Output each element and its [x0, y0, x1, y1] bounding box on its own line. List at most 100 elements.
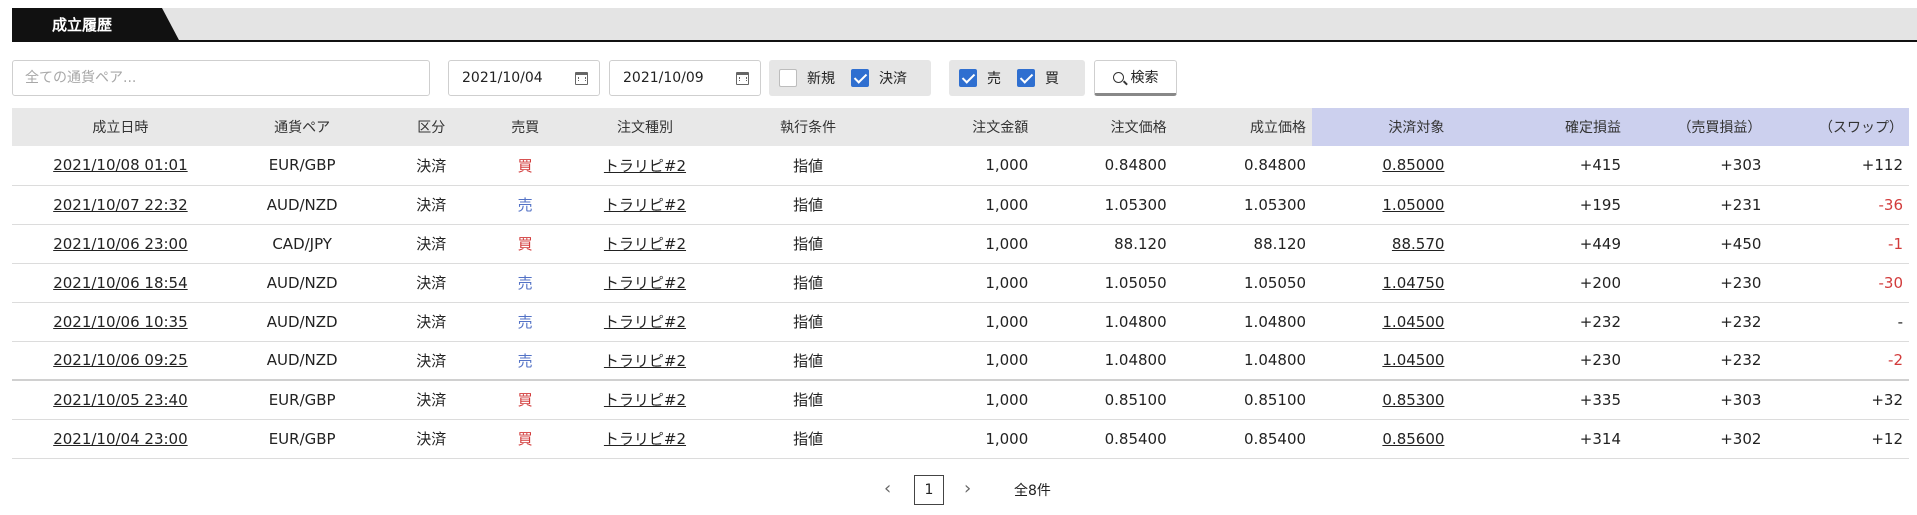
swap: -1 [1767, 224, 1909, 264]
header-side[interactable]: 売買 [486, 108, 564, 146]
settlement-target-link[interactable]: 1.04750 [1382, 274, 1444, 292]
order-price: 88.120 [1034, 224, 1173, 264]
settlement-target-link[interactable]: 88.570 [1392, 235, 1445, 253]
tab-bar-background [12, 8, 1917, 42]
header-trade-pl[interactable]: （売買損益） [1627, 108, 1768, 146]
currency-pair: EUR/GBP [228, 419, 376, 459]
execution-condition: 指値 [726, 380, 890, 420]
executed-at-link[interactable]: 2021/10/08 01:01 [53, 156, 187, 174]
search-button[interactable]: 検索 [1094, 60, 1177, 96]
trade-pl: +232 [1627, 302, 1768, 342]
checkbox-buy[interactable]: 買 [1017, 68, 1059, 88]
order-type-link[interactable]: トラリピ#2 [604, 196, 686, 214]
order-price: 1.05050 [1034, 263, 1173, 303]
category: 決済 [375, 302, 487, 342]
order-price: 1.04800 [1034, 302, 1173, 342]
trade-pl: +232 [1627, 341, 1768, 381]
side-filter: 売 買 [949, 60, 1085, 96]
trade-pl: +231 [1627, 185, 1768, 225]
order-type-filter: 新規 決済 [769, 60, 931, 96]
category: 決済 [375, 380, 487, 420]
header-order-price[interactable]: 注文価格 [1034, 108, 1173, 146]
checkbox-new[interactable]: 新規 [779, 68, 835, 88]
checkbox-sell-label: 売 [987, 71, 1001, 87]
category: 決済 [375, 341, 487, 381]
check-icon[interactable] [959, 69, 977, 87]
execution-condition: 指値 [726, 185, 890, 225]
currency-pair: EUR/GBP [228, 380, 376, 420]
table-row: 2021/10/07 22:32 AUD/NZD 決済 売 トラリピ#2 指値 … [12, 185, 1909, 225]
date-from-picker[interactable]: 2021/10/04 [448, 60, 600, 96]
currency-pair: EUR/GBP [228, 146, 376, 186]
executed-at-link[interactable]: 2021/10/06 10:35 [53, 313, 187, 331]
settlement-target-link[interactable]: 1.05000 [1382, 196, 1444, 214]
executed-at-link[interactable]: 2021/10/06 23:00 [53, 235, 187, 253]
check-icon[interactable] [851, 69, 869, 87]
order-type-link[interactable]: トラリピ#2 [604, 313, 686, 331]
trade-history-table: 成立日時 通貨ペア 区分 売買 注文種別 執行条件 注文金額 注文価格 成立価格… [12, 108, 1909, 459]
checkbox-close[interactable]: 決済 [851, 68, 907, 88]
order-amount: 1,000 [889, 302, 1035, 342]
trade-pl: +230 [1627, 263, 1768, 303]
executed-price: 1.04800 [1172, 302, 1313, 342]
settlement-target-link[interactable]: 0.85600 [1382, 430, 1444, 448]
settlement-target-link[interactable]: 1.04500 [1382, 351, 1444, 369]
order-amount: 1,000 [889, 185, 1035, 225]
tab-bar: 成立履歴 [12, 8, 1917, 42]
table-row: 2021/10/06 09:25 AUD/NZD 決済 売 トラリピ#2 指値 … [12, 341, 1909, 381]
realized-pl: +335 [1450, 380, 1627, 420]
executed-at-link[interactable]: 2021/10/06 09:25 [53, 351, 187, 369]
currency-pair-search-input[interactable] [12, 60, 430, 96]
settlement-target-link[interactable]: 0.85000 [1382, 156, 1444, 174]
executed-at-link[interactable]: 2021/10/04 23:00 [53, 430, 187, 448]
header-currency-pair[interactable]: 通貨ペア [228, 108, 376, 146]
side: 買 [486, 146, 564, 186]
order-type-link[interactable]: トラリピ#2 [604, 352, 686, 370]
header-category[interactable]: 区分 [375, 108, 487, 146]
date-to-picker[interactable]: 2021/10/09 [609, 60, 761, 96]
order-price: 1.04800 [1034, 341, 1173, 381]
chevron-left-icon[interactable]: ‹ [884, 478, 891, 499]
calendar-icon[interactable] [575, 72, 588, 85]
header-settlement-target[interactable]: 決済対象 [1312, 108, 1451, 146]
trade-pl: +302 [1627, 419, 1768, 459]
header-order-type[interactable]: 注文種別 [563, 108, 727, 146]
order-type-link[interactable]: トラリピ#2 [604, 430, 686, 448]
table-row: 2021/10/06 18:54 AUD/NZD 決済 売 トラリピ#2 指値 … [12, 263, 1909, 303]
header-executed-price[interactable]: 成立価格 [1172, 108, 1313, 146]
checkbox-new-label: 新規 [807, 71, 835, 87]
category: 決済 [375, 419, 487, 459]
chevron-right-icon[interactable]: › [964, 478, 971, 499]
order-type-link[interactable]: トラリピ#2 [604, 274, 686, 292]
swap: -30 [1767, 263, 1909, 303]
page-current[interactable]: 1 [914, 475, 944, 505]
executed-at-link[interactable]: 2021/10/05 23:40 [53, 391, 187, 409]
tab-trade-history[interactable]: 成立履歴 [12, 8, 180, 42]
order-type-link[interactable]: トラリピ#2 [604, 391, 686, 409]
executed-at-link[interactable]: 2021/10/06 18:54 [53, 274, 187, 292]
header-swap[interactable]: （スワップ） [1767, 108, 1909, 146]
order-amount: 1,000 [889, 341, 1035, 381]
order-type-link[interactable]: トラリピ#2 [604, 157, 686, 175]
calendar-icon[interactable] [736, 72, 749, 85]
header-execution-condition[interactable]: 執行条件 [726, 108, 890, 146]
realized-pl: +195 [1450, 185, 1627, 225]
currency-pair: AUD/NZD [228, 185, 376, 225]
swap: +112 [1767, 146, 1909, 186]
settlement-target-link[interactable]: 1.04500 [1382, 313, 1444, 331]
order-type-link[interactable]: トラリピ#2 [604, 235, 686, 253]
table-row: 2021/10/06 23:00 CAD/JPY 決済 買 トラリピ#2 指値 … [12, 224, 1909, 264]
header-order-amount[interactable]: 注文金額 [889, 108, 1035, 146]
search-icon [1112, 71, 1124, 83]
execution-condition: 指値 [726, 146, 890, 186]
realized-pl: +449 [1450, 224, 1627, 264]
settlement-target-link[interactable]: 0.85300 [1382, 391, 1444, 409]
executed-price: 1.04800 [1172, 341, 1313, 381]
header-realized-pl[interactable]: 確定損益 [1450, 108, 1627, 146]
check-icon[interactable] [1017, 69, 1035, 87]
header-executed-at[interactable]: 成立日時 [12, 108, 229, 146]
order-price: 0.84800 [1034, 146, 1173, 186]
check-icon[interactable] [779, 69, 797, 87]
executed-at-link[interactable]: 2021/10/07 22:32 [53, 196, 187, 214]
checkbox-sell[interactable]: 売 [959, 68, 1001, 88]
